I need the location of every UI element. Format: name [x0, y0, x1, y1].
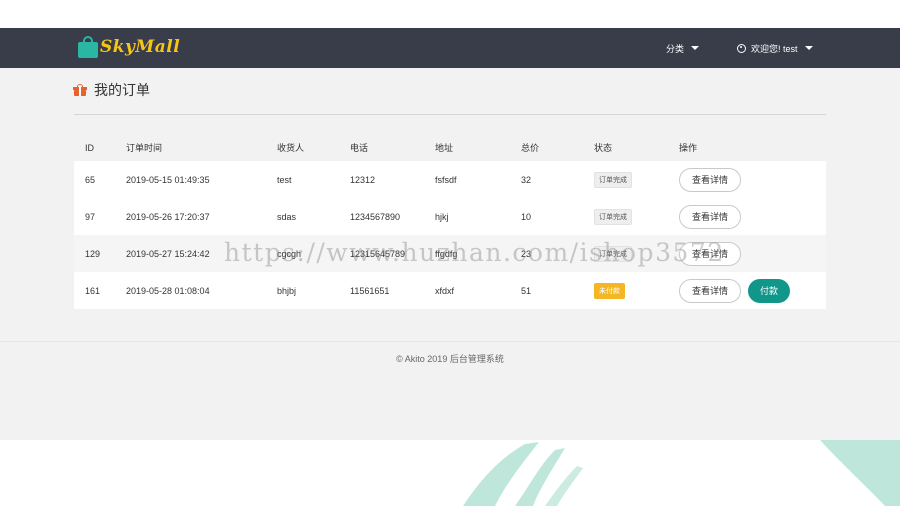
status-badge: 订单完成: [594, 208, 632, 225]
header-phone: 电话: [350, 143, 369, 153]
cell-id: 129: [85, 248, 101, 259]
cell-id: 97: [85, 211, 96, 222]
cell-total: 32: [521, 174, 532, 185]
caret-down-icon: [804, 46, 813, 50]
footer-divider: [0, 341, 900, 342]
nav-category-label: 分类: [666, 43, 685, 54]
cell-status: 未付款: [583, 282, 668, 299]
cell-recipient: sdas: [277, 211, 297, 222]
cell-phone: 12312: [350, 174, 376, 185]
cell-total: 51: [521, 285, 532, 296]
cell-total: 10: [521, 211, 532, 222]
nav-user-greeting: 欢迎您! test: [751, 43, 798, 54]
view-detail-button[interactable]: 查看详情: [679, 278, 742, 303]
page-title: 我的订单: [94, 82, 150, 98]
brand-name: SkyMall: [100, 37, 181, 57]
browser-top-strip: [0, 0, 900, 28]
title-divider: [74, 114, 826, 115]
cell-status: 订单完成: [583, 171, 668, 188]
user-icon: [737, 43, 746, 53]
footer-copyright: © Akito 2019 后台管理系统: [396, 354, 504, 364]
status-badge-unpaid: 未付款: [594, 282, 625, 299]
cell-status: 订单完成: [583, 208, 668, 225]
table-row: 161 2019-05-28 01:08:04 bhjbj 11561651 x…: [74, 272, 826, 309]
orders-table: ID 订单时间 收货人 电话 地址 总价 状态 操作 65 2019-05-15…: [74, 134, 826, 309]
view-detail-button[interactable]: 查看详情: [679, 167, 742, 192]
gift-icon: [73, 83, 87, 96]
header-total: 总价: [521, 143, 540, 153]
caret-down-icon: [691, 46, 700, 50]
table-row: 97 2019-05-26 17:20:37 sdas 1234567890 h…: [74, 198, 826, 235]
cell-address: xfdxf: [435, 285, 455, 296]
table-header-row: ID 订单时间 收货人 电话 地址 总价 状态 操作: [74, 134, 826, 161]
shopping-bag-icon: [78, 36, 98, 58]
cell-time: 2019-05-15 01:49:35: [126, 174, 210, 185]
cell-time: 2019-05-28 01:08:04: [126, 285, 210, 296]
cell-actions: 查看详情: [668, 167, 826, 192]
cell-actions: 查看详情: [668, 204, 826, 229]
status-badge: 订单完成: [594, 171, 632, 188]
watermark-text: https://www.huzhan.com/ishop3572: [224, 238, 725, 267]
nav-user-dropdown[interactable]: 欢迎您! test: [737, 28, 813, 68]
cell-address: hjkj: [435, 211, 449, 222]
header-id: ID: [85, 142, 94, 153]
header-time: 订单时间: [126, 143, 163, 153]
cell-recipient: bhjbj: [277, 285, 297, 296]
cell-phone: 11561651: [350, 285, 390, 296]
pay-button[interactable]: 付款: [748, 278, 791, 303]
cell-id: 161: [85, 285, 101, 296]
header-recipient: 收货人: [277, 143, 305, 153]
header-address: 地址: [435, 143, 454, 153]
table-row: 65 2019-05-15 01:49:35 test 12312 fsfsdf…: [74, 161, 826, 198]
cell-address: fsfsdf: [435, 174, 457, 185]
header-status: 状态: [594, 143, 613, 153]
cell-actions: 查看详情 付款: [668, 278, 826, 303]
cell-recipient: test: [277, 174, 292, 185]
page-header: 我的订单: [73, 80, 150, 100]
cell-id: 65: [85, 174, 96, 185]
brand-logo[interactable]: SkyMall: [78, 36, 180, 58]
view-detail-button[interactable]: 查看详情: [679, 204, 742, 229]
cell-phone: 1234567890: [350, 211, 401, 222]
header-actions: 操作: [679, 143, 698, 153]
nav-category-dropdown[interactable]: 分类: [666, 28, 700, 68]
decorative-brush-strokes: [463, 440, 900, 506]
cell-time: 2019-05-26 17:20:37: [126, 211, 210, 222]
